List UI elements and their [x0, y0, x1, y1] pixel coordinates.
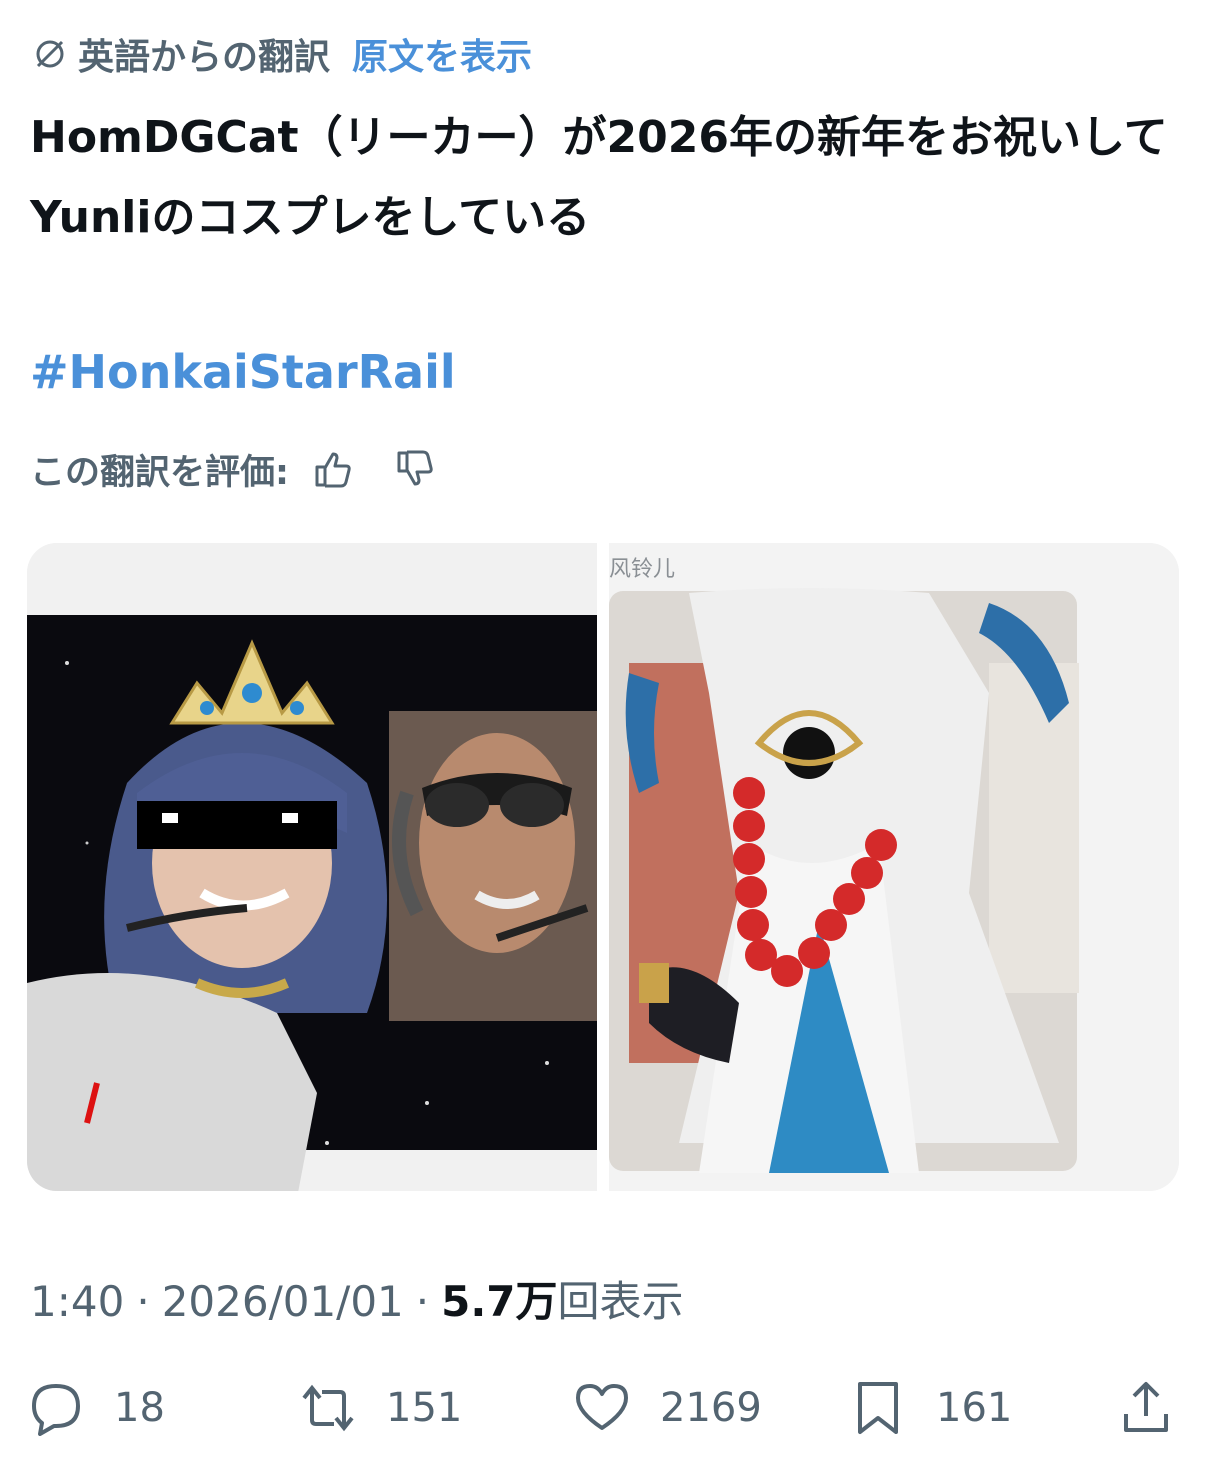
hashtag-link[interactable]: #HonkaiStarRail: [30, 345, 456, 399]
views-count: 5.7万: [441, 1277, 558, 1326]
bookmark-icon: [850, 1380, 906, 1436]
like-button[interactable]: 2169: [574, 1378, 762, 1438]
repost-button[interactable]: 151: [300, 1378, 462, 1438]
share-icon: [1118, 1380, 1174, 1436]
meta-separator: ·: [136, 1277, 150, 1326]
tweet-date[interactable]: 2026/01/01: [162, 1277, 404, 1326]
meta-separator: ·: [415, 1277, 430, 1326]
repost-count: 151: [386, 1385, 463, 1431]
tweet-text: HomDGCat（リーカー）が2026年の新年をお祝いしてYunliのコスプレを…: [30, 112, 1168, 243]
repost-icon: [300, 1380, 356, 1436]
photo-left[interactable]: [27, 543, 597, 1191]
reply-count: 18: [114, 1385, 165, 1431]
rate-translation-row: この翻訳を評価:: [30, 442, 437, 496]
translation-label: 英語からの翻訳: [78, 37, 331, 78]
action-bar: 18 151 2169 161: [0, 1378, 1206, 1438]
rate-translation-label: この翻訳を評価:: [30, 452, 289, 493]
like-count: 2169: [660, 1385, 762, 1431]
photo-right[interactable]: 风铃儿: [609, 543, 1179, 1191]
reply-button[interactable]: 18: [28, 1378, 165, 1438]
tweet-time: 1:40: [30, 1277, 125, 1326]
reply-icon: [28, 1380, 84, 1436]
bookmark-count: 161: [936, 1385, 1013, 1431]
media-grid: 风铃儿: [27, 543, 1179, 1191]
globe-slash-icon: [30, 34, 70, 74]
tweet-meta: 1:40 · 2026/01/01 · 5.7万 回表示: [30, 1268, 684, 1329]
bookmark-button[interactable]: 161: [850, 1378, 1012, 1438]
translation-header: 英語からの翻訳 原文を表示: [30, 30, 532, 78]
photo-watermark: 风铃儿: [609, 557, 676, 582]
thumbs-up-icon[interactable]: [311, 447, 355, 491]
views-label: 回表示: [557, 1277, 684, 1326]
heart-icon: [574, 1380, 630, 1436]
thumbs-down-icon[interactable]: [393, 447, 437, 491]
share-button[interactable]: [1118, 1378, 1204, 1438]
show-original-link[interactable]: 原文を表示: [352, 28, 532, 80]
